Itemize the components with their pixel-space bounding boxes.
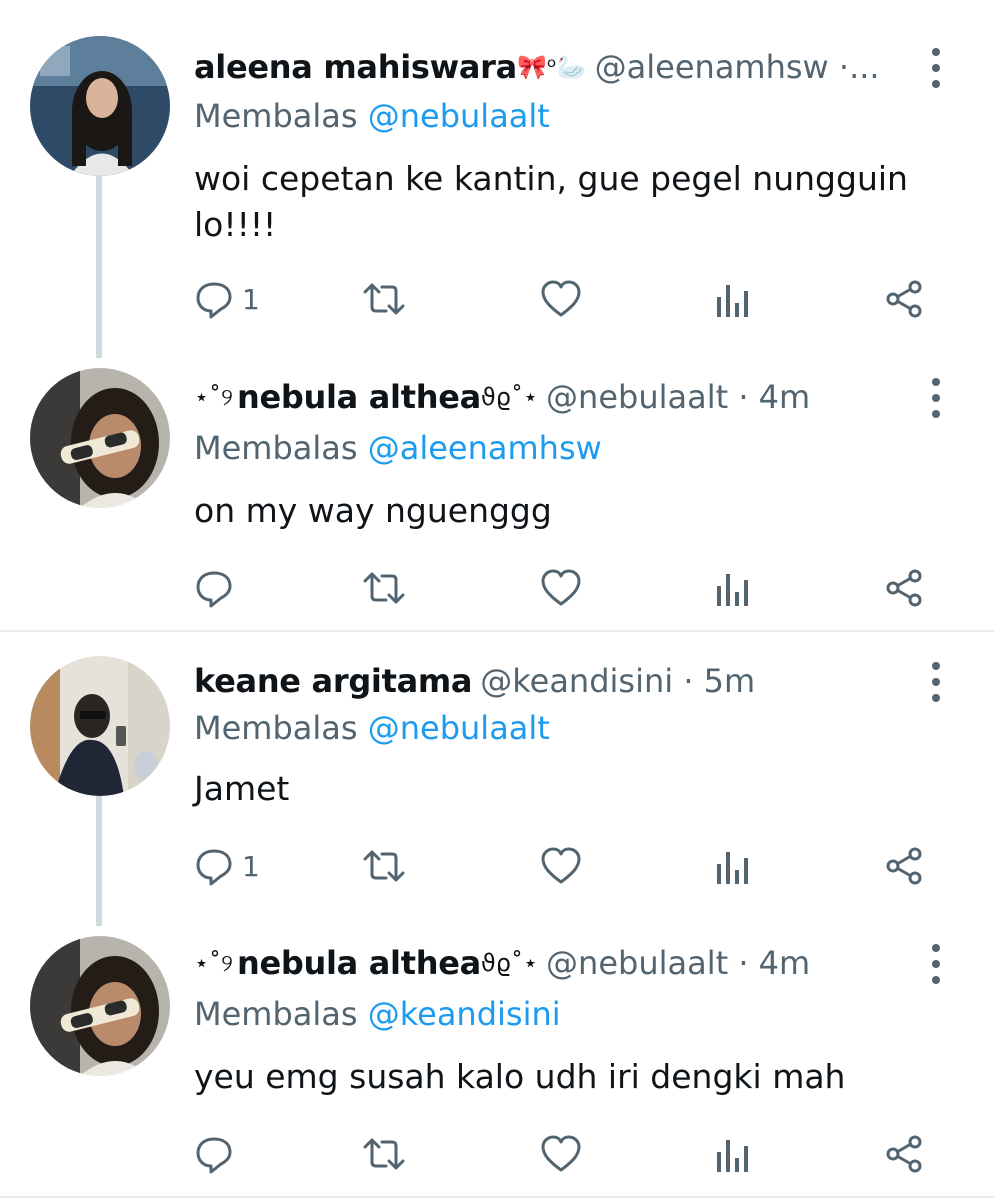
share-button[interactable] [884, 842, 924, 890]
share-button[interactable] [884, 1130, 924, 1178]
display-name[interactable]: aleena mahiswara [194, 47, 517, 87]
more-icon[interactable] [922, 662, 950, 702]
name-decoration: ϑϱ˚⋆ [480, 949, 539, 977]
display-name[interactable]: keane argitama [194, 661, 473, 701]
views-icon [717, 1140, 748, 1172]
thread-connector [96, 796, 102, 926]
action-bar [194, 564, 934, 612]
mention-link[interactable]: @keandisini [368, 995, 561, 1033]
mention-link[interactable]: @aleenamhsw [368, 429, 602, 467]
name-prefix: ⋆˚୨ [194, 949, 233, 977]
retweet-icon [363, 283, 405, 315]
action-bar: 1 [194, 842, 934, 890]
reply-icon [196, 282, 232, 319]
handle-time[interactable]: @aleenamhsw ·... [595, 47, 880, 87]
retweet-icon [363, 850, 405, 882]
views-button[interactable] [712, 1130, 752, 1178]
reply-icon [196, 571, 232, 608]
avatar[interactable] [30, 656, 170, 796]
more-icon[interactable] [922, 378, 950, 418]
views-icon [717, 574, 748, 606]
retweet-button[interactable] [362, 275, 406, 323]
handle-time[interactable]: @nebulaalt · 4m [546, 377, 810, 417]
handle-time[interactable]: @nebulaalt · 4m [546, 943, 810, 983]
views-button[interactable] [712, 275, 752, 323]
tweet-text: yeu emg susah kalo udh iri dengki mah [194, 1057, 846, 1096]
retweet-button[interactable] [362, 564, 406, 612]
views-button[interactable] [712, 842, 752, 890]
conversation-divider [0, 630, 994, 632]
reply-button[interactable] [194, 1130, 234, 1178]
tweet-text: woi cepetan ke kantin, gue pegel nunggui… [194, 159, 908, 244]
like-button[interactable] [540, 842, 582, 890]
share-icon [886, 569, 922, 607]
more-icon[interactable] [922, 944, 950, 984]
like-icon [541, 280, 581, 317]
name-decoration: 🎀ᵒ🦢 [516, 53, 587, 81]
reply-button[interactable]: 1 [194, 275, 260, 323]
retweet-button[interactable] [362, 842, 406, 890]
share-button[interactable] [884, 275, 924, 323]
avatar[interactable] [30, 36, 170, 176]
reply-button[interactable]: 1 [194, 842, 260, 890]
tweet-text: on my way nguenggg [194, 491, 552, 530]
reply-button[interactable] [194, 564, 234, 612]
mention-link[interactable]: @nebulaalt [368, 709, 550, 747]
like-icon [541, 847, 581, 884]
tweet-header: aleena mahiswara 🎀ᵒ🦢 @aleenamhsw ·... [194, 42, 880, 92]
name-prefix: ⋆˚୨ [194, 383, 233, 411]
display-name[interactable]: nebula althea [237, 943, 481, 983]
action-bar: 1 [194, 275, 934, 323]
views-icon [717, 285, 748, 317]
share-icon [886, 847, 922, 885]
replying-to: Membalas @nebulaalt [194, 97, 550, 135]
reply-count: 1 [242, 849, 260, 883]
like-icon [541, 569, 581, 606]
like-button[interactable] [540, 275, 582, 323]
thread-connector [96, 172, 102, 358]
views-button[interactable] [712, 564, 752, 612]
reply-icon [196, 1137, 232, 1174]
name-decoration: ϑϱ˚⋆ [480, 383, 539, 411]
replying-to: Membalas @aleenamhsw [194, 429, 602, 467]
reply-icon [196, 849, 232, 886]
tweet-text: Jamet [194, 769, 290, 808]
retweet-icon [363, 1138, 405, 1170]
retweet-icon [363, 572, 405, 604]
avatar[interactable] [30, 936, 170, 1076]
action-bar [194, 1130, 934, 1178]
like-button[interactable] [540, 564, 582, 612]
share-icon [886, 280, 922, 318]
share-button[interactable] [884, 564, 924, 612]
tweet-header: ⋆˚୨ nebula althea ϑϱ˚⋆ @nebulaalt · 4m [194, 938, 810, 988]
like-icon [541, 1135, 581, 1172]
mention-link[interactable]: @nebulaalt [368, 97, 550, 135]
display-name[interactable]: nebula althea [237, 377, 481, 417]
retweet-button[interactable] [362, 1130, 406, 1178]
share-icon [886, 1135, 922, 1173]
handle-time[interactable]: @keandisini · 5m [480, 661, 755, 701]
like-button[interactable] [540, 1130, 582, 1178]
tweet-header: ⋆˚୨ nebula althea ϑϱ˚⋆ @nebulaalt · 4m [194, 372, 810, 422]
replying-to: Membalas @keandisini [194, 995, 561, 1033]
reply-count: 1 [242, 282, 260, 316]
views-icon [717, 852, 748, 884]
more-icon[interactable] [922, 48, 950, 88]
avatar[interactable] [30, 368, 170, 508]
bottom-divider [0, 1196, 994, 1198]
tweet-header: keane argitama @keandisini · 5m [194, 656, 755, 706]
replying-to: Membalas @nebulaalt [194, 709, 550, 747]
